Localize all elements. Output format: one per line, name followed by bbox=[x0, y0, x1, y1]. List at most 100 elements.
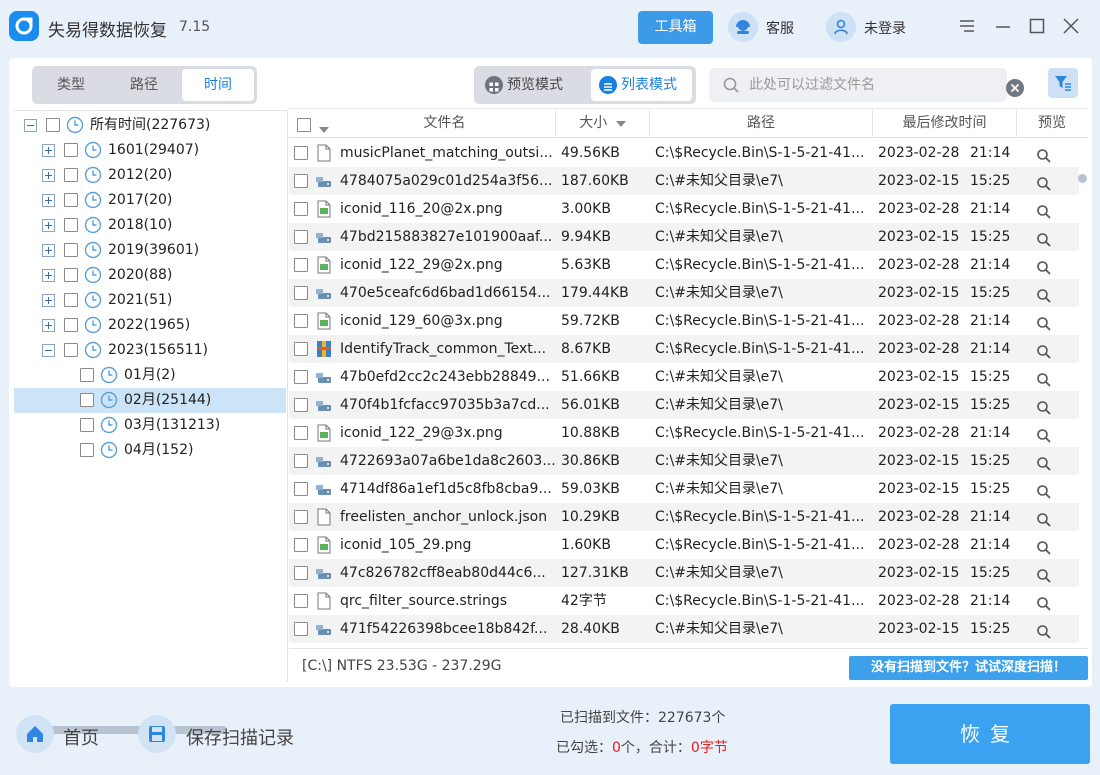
expand-icon[interactable] bbox=[42, 194, 55, 207]
row-checkbox[interactable] bbox=[294, 482, 308, 496]
deep-scan-button[interactable]: 没有扫描到文件？试试深度扫描！ bbox=[849, 656, 1088, 680]
filter-input[interactable] bbox=[749, 68, 969, 102]
row-checkbox[interactable] bbox=[294, 258, 308, 272]
tree-checkbox[interactable] bbox=[80, 368, 94, 382]
row-checkbox[interactable] bbox=[294, 342, 308, 356]
table-row[interactable]: 47bd215883827e101900aaf... 9.94KB C:\#未知父目… bbox=[289, 223, 1079, 251]
table-row[interactable]: qrc_filter_source.strings 42字节 C:\$Recycle… bbox=[289, 587, 1079, 615]
table-row[interactable]: iconid_122_29@2x.png 5.63KB C:\$Recycle.Bi… bbox=[289, 251, 1079, 279]
clear-filter-icon[interactable] bbox=[1005, 78, 1025, 102]
table-row[interactable]: 4784075a029c01d254a3f56... 187.60KB C:\#未知… bbox=[289, 167, 1079, 195]
login-status-label[interactable]: 未登录 bbox=[864, 18, 906, 38]
tree-checkbox[interactable] bbox=[64, 243, 78, 257]
expand-icon[interactable] bbox=[42, 244, 55, 257]
save-icon[interactable] bbox=[138, 715, 176, 753]
row-checkbox[interactable] bbox=[294, 174, 308, 188]
row-checkbox[interactable] bbox=[294, 230, 308, 244]
tree-checkbox[interactable] bbox=[80, 393, 94, 407]
row-checkbox[interactable] bbox=[294, 510, 308, 524]
expand-icon[interactable] bbox=[42, 294, 55, 307]
customer-service-label[interactable]: 客服 bbox=[766, 18, 794, 38]
column-header-name[interactable]: 文件名 bbox=[334, 109, 556, 138]
row-checkbox[interactable] bbox=[294, 398, 308, 412]
preview-mode-button[interactable]: 预览模式 bbox=[477, 69, 587, 101]
tree-node-year[interactable]: 2023(156511) bbox=[14, 338, 286, 363]
tree-checkbox[interactable] bbox=[64, 343, 78, 357]
row-checkbox[interactable] bbox=[294, 202, 308, 216]
row-checkbox[interactable] bbox=[294, 146, 308, 160]
row-checkbox[interactable] bbox=[294, 454, 308, 468]
preview-search-icon[interactable] bbox=[1036, 622, 1052, 650]
tree-checkbox[interactable] bbox=[80, 443, 94, 457]
close-icon[interactable] bbox=[1062, 17, 1084, 39]
table-row[interactable]: freelisten_anchor_unlock.json 10.29KB C:\$… bbox=[289, 503, 1079, 531]
tree-node-month[interactable]: 03月(131213) bbox=[14, 413, 286, 438]
table-row[interactable]: 47b0efd2cc2c243ebb28849... 51.66KB C:\#未知父… bbox=[289, 363, 1079, 391]
row-checkbox[interactable] bbox=[294, 566, 308, 580]
tab-path[interactable]: 路径 bbox=[108, 69, 180, 101]
tree-checkbox[interactable] bbox=[64, 293, 78, 307]
row-checkbox[interactable] bbox=[294, 370, 308, 384]
expand-icon[interactable] bbox=[42, 144, 55, 157]
maximize-icon[interactable] bbox=[1028, 17, 1050, 39]
tree-checkbox[interactable] bbox=[64, 268, 78, 282]
select-all-checkbox[interactable] bbox=[297, 118, 311, 132]
expand-icon[interactable] bbox=[42, 169, 55, 182]
tree-checkbox[interactable] bbox=[64, 218, 78, 232]
collapse-icon[interactable] bbox=[42, 344, 55, 357]
table-row[interactable]: 470e5ceafc6d6bad1d66154... 179.44KB C:\#未知… bbox=[289, 279, 1079, 307]
table-row[interactable]: iconid_129_60@3x.png 59.72KB C:\$Recycle.B… bbox=[289, 307, 1079, 335]
chevron-down-icon[interactable] bbox=[319, 121, 329, 137]
table-row[interactable]: 4722693a07a6be1da8c2603... 30.86KB C:\#未知父… bbox=[289, 447, 1079, 475]
expand-icon[interactable] bbox=[42, 269, 55, 282]
row-checkbox[interactable] bbox=[294, 314, 308, 328]
column-header-path[interactable]: 路径 bbox=[650, 109, 873, 138]
home-label[interactable]: 首页 bbox=[63, 724, 99, 750]
tree-node-year[interactable]: 2018(10) bbox=[14, 213, 286, 238]
tree-node-year[interactable]: 2012(20) bbox=[14, 163, 286, 188]
tree-node-year[interactable]: 2021(51) bbox=[14, 288, 286, 313]
row-checkbox[interactable] bbox=[294, 538, 308, 552]
tree-checkbox[interactable] bbox=[64, 193, 78, 207]
table-row[interactable]: 4714df86a1ef1d5c8fb8cba9... 59.03KB C:\#未知… bbox=[289, 475, 1079, 503]
vertical-scrollbar[interactable] bbox=[1078, 174, 1087, 183]
collapse-icon[interactable] bbox=[24, 119, 37, 132]
table-row[interactable]: IdentifyTrack_common_Text... 8.67KB C:\$Re… bbox=[289, 335, 1079, 363]
tree-checkbox[interactable] bbox=[46, 118, 60, 132]
tree-checkbox[interactable] bbox=[64, 318, 78, 332]
save-scan-record-label[interactable]: 保存扫描记录 bbox=[186, 724, 294, 750]
column-header-modified[interactable]: 最后修改时间 bbox=[873, 109, 1017, 138]
menu-icon[interactable] bbox=[958, 17, 980, 39]
tree-node-year[interactable]: 2022(1965) bbox=[14, 313, 286, 338]
tree-checkbox[interactable] bbox=[64, 168, 78, 182]
row-checkbox[interactable] bbox=[294, 622, 308, 636]
tree-node-year[interactable]: 2020(88) bbox=[14, 263, 286, 288]
column-header-size[interactable]: 大小 bbox=[556, 109, 650, 138]
advanced-filter-button[interactable] bbox=[1048, 68, 1078, 98]
table-row[interactable]: 47c826782cff8eab80d44c6... 127.31KB C:\#未知… bbox=[289, 559, 1079, 587]
tree-node-month[interactable]: 04月(152) bbox=[14, 438, 286, 463]
toolbox-button[interactable]: 工具箱 bbox=[638, 11, 713, 44]
tab-time[interactable]: 时间 bbox=[182, 69, 254, 101]
row-checkbox[interactable] bbox=[294, 426, 308, 440]
tab-type[interactable]: 类型 bbox=[35, 69, 107, 101]
tree-checkbox[interactable] bbox=[80, 418, 94, 432]
tree-node-year[interactable]: 2017(20) bbox=[14, 188, 286, 213]
table-row[interactable]: musicPlanet_matching_outsi... 49.56KB C:\$… bbox=[289, 139, 1079, 167]
tree-node-year[interactable]: 2019(39601) bbox=[14, 238, 286, 263]
home-icon[interactable] bbox=[16, 715, 54, 753]
row-checkbox[interactable] bbox=[294, 594, 308, 608]
list-mode-button[interactable]: 列表模式 bbox=[591, 69, 692, 101]
table-row[interactable]: iconid_105_29.png 1.60KB C:\$Recycle.Bin\S… bbox=[289, 531, 1079, 559]
tree-checkbox[interactable] bbox=[64, 143, 78, 157]
table-row[interactable]: 471f54226398bcee18b842f... 28.40KB C:\#未知父… bbox=[289, 615, 1079, 643]
expand-icon[interactable] bbox=[42, 219, 55, 232]
tree-node-all[interactable]: 所有时间(227673) bbox=[14, 113, 286, 138]
tree-node-year[interactable]: 1601(29407) bbox=[14, 138, 286, 163]
user-avatar-icon[interactable] bbox=[826, 12, 856, 42]
recover-button[interactable]: 恢复 bbox=[890, 704, 1090, 764]
tree-node-month[interactable]: 01月(2) bbox=[14, 363, 286, 388]
table-row[interactable]: iconid_116_20@2x.png 3.00KB C:\$Recycle.Bi… bbox=[289, 195, 1079, 223]
minimize-icon[interactable] bbox=[994, 17, 1016, 39]
row-checkbox[interactable] bbox=[294, 286, 308, 300]
